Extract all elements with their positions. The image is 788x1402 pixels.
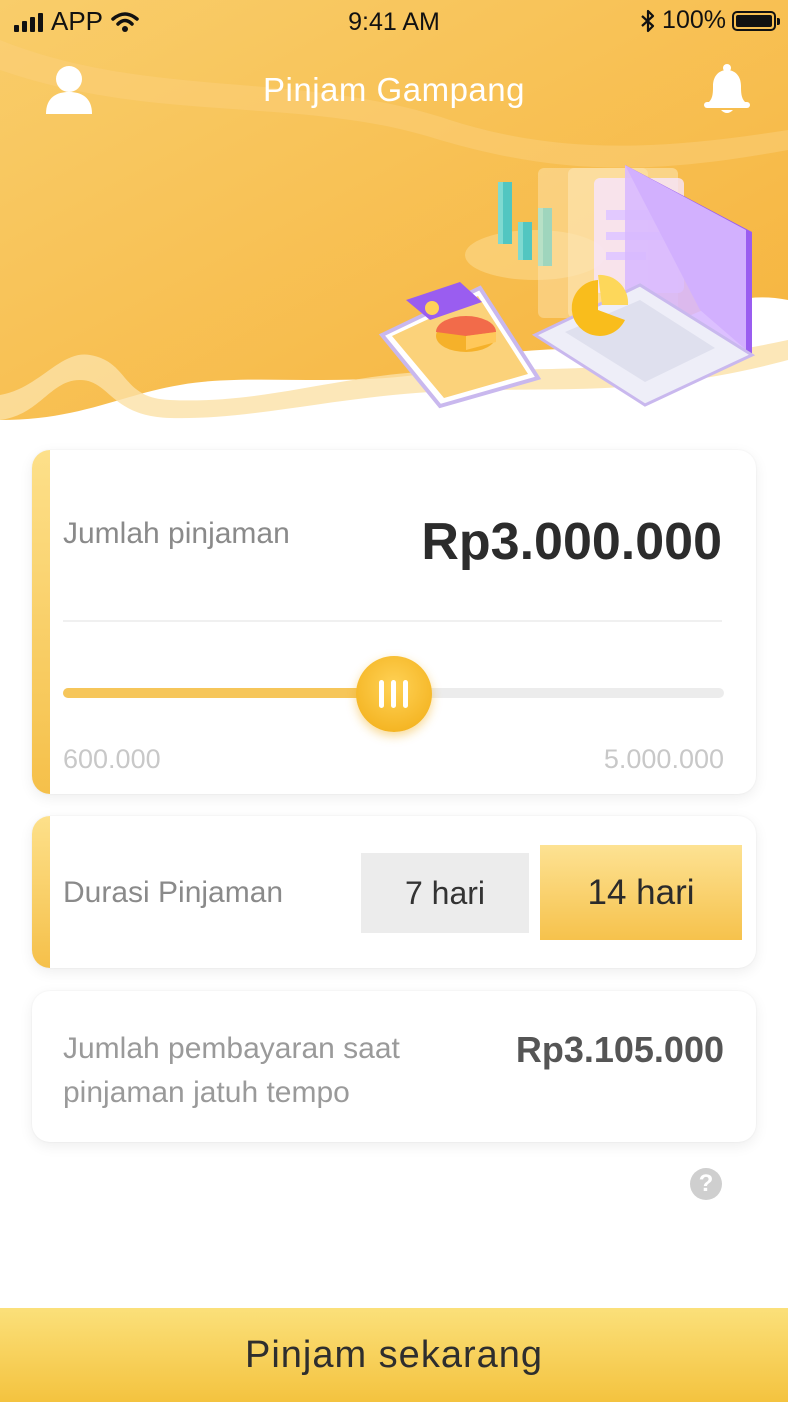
question-icon[interactable]: ? [690,1168,722,1200]
loan-duration-card: Durasi Pinjaman 7 hari 14 hari [32,816,756,968]
loan-amount-value: Rp3.000.000 [421,513,722,571]
divider [63,620,722,622]
battery-icon [732,10,780,31]
battery-percent: 100% [662,6,726,34]
card-accent [32,816,50,968]
borrow-now-button[interactable]: Pinjam sekarang [0,1308,788,1402]
loan-amount-label: Jumlah pinjaman [63,517,290,550]
slider-max-label: 5.000.000 [603,744,724,774]
loan-amount-card: Jumlah pinjaman Rp3.000.000 600.000 5.00… [32,450,756,794]
repayment-value: Rp3.105.000 [515,1029,724,1070]
duration-option-14-days[interactable]: 14 hari [540,845,742,940]
duration-option-7-days[interactable]: 7 hari [361,853,529,933]
slider-handle[interactable] [355,656,432,732]
bell-icon [704,64,750,113]
bluetooth-icon [641,9,655,32]
repayment-label: Jumlah pembayaran saat pinjaman jatuh te… [63,1032,400,1109]
repayment-card: Jumlah pembayaran saat pinjaman jatuh te… [32,991,756,1142]
slider-fill [63,688,394,698]
finance-illustration [378,165,756,409]
slider-min-label: 600.000 [63,744,161,774]
status-bar: APP 9:41 AM 100% [0,0,788,48]
status-right: 100% [640,6,780,35]
notification-button[interactable] [700,62,754,116]
page-title: Pinjam Gampang [263,71,525,108]
loan-duration-label: Durasi Pinjaman [63,876,284,909]
card-accent [32,450,50,794]
